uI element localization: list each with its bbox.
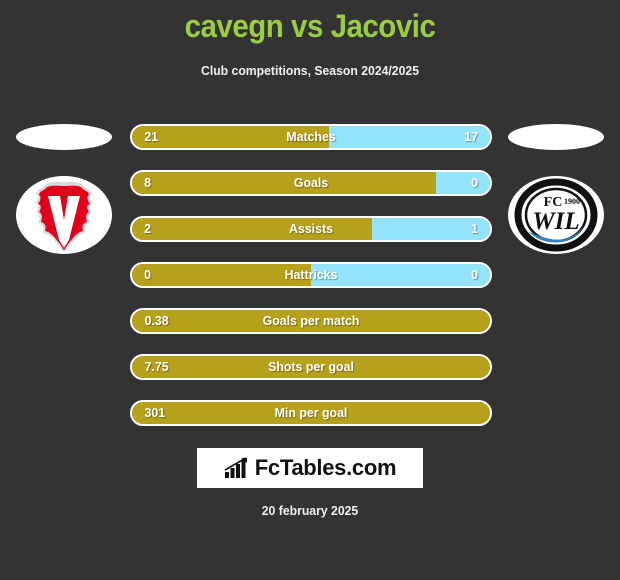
stat-row: 301 Min per goal (130, 400, 492, 426)
away-logo-ellipse-top (508, 124, 604, 150)
brand-name: FcTables.com (254, 455, 397, 480)
generated-date: 20 february 2025 (261, 503, 359, 518)
stat-label: Min per goal (274, 405, 348, 420)
away-crest-disc: FC 1900 WIL (508, 176, 604, 254)
page-title: cavegn vs Jacovic (184, 8, 436, 44)
stat-row: 21 Matches 17 (130, 124, 492, 150)
away-team-logo: FC 1900 WIL (506, 122, 606, 272)
fc-wil-1900-crest-icon: FC 1900 WIL (514, 178, 598, 252)
home-crest-disc (16, 176, 112, 254)
stat-label: Assists (289, 221, 333, 236)
stat-label: Goals per match (262, 313, 360, 328)
stat-label: Shots per goal (268, 359, 354, 374)
bar-chart-trend-icon (224, 457, 247, 478)
fctables-logo[interactable]: FcTables.com (197, 448, 423, 488)
svg-text:WIL: WIL (532, 208, 579, 235)
svg-text:1900: 1900 (564, 197, 580, 206)
away-value: 0 (470, 267, 478, 282)
home-logo-ellipse-top (16, 124, 112, 150)
stat-label: Goals (293, 175, 329, 190)
stats-list: 21 Matches 17 8 Goals 0 2 Assists 1 0 Ha… (130, 124, 492, 446)
away-value: 17 (463, 129, 478, 144)
stat-comparison-card: cavegn vs Jacovic Club competitions, Sea… (0, 0, 620, 580)
stat-row: 2 Assists 1 (130, 216, 492, 242)
stat-row: 0 Hattricks 0 (130, 262, 492, 288)
stat-row: 0.38 Goals per match (130, 308, 492, 334)
away-value: 1 (470, 221, 478, 236)
stat-row: 8 Goals 0 (130, 170, 492, 196)
stat-label: Matches (286, 129, 336, 144)
home-team-logo (14, 122, 114, 272)
stat-label: Hattricks (284, 267, 338, 282)
stat-row: 7.75 Shots per goal (130, 354, 492, 380)
away-value: 0 (470, 175, 478, 190)
page-subtitle: Club competitions, Season 2024/2025 (200, 63, 419, 78)
fc-vaduz-crest-icon (35, 181, 93, 252)
